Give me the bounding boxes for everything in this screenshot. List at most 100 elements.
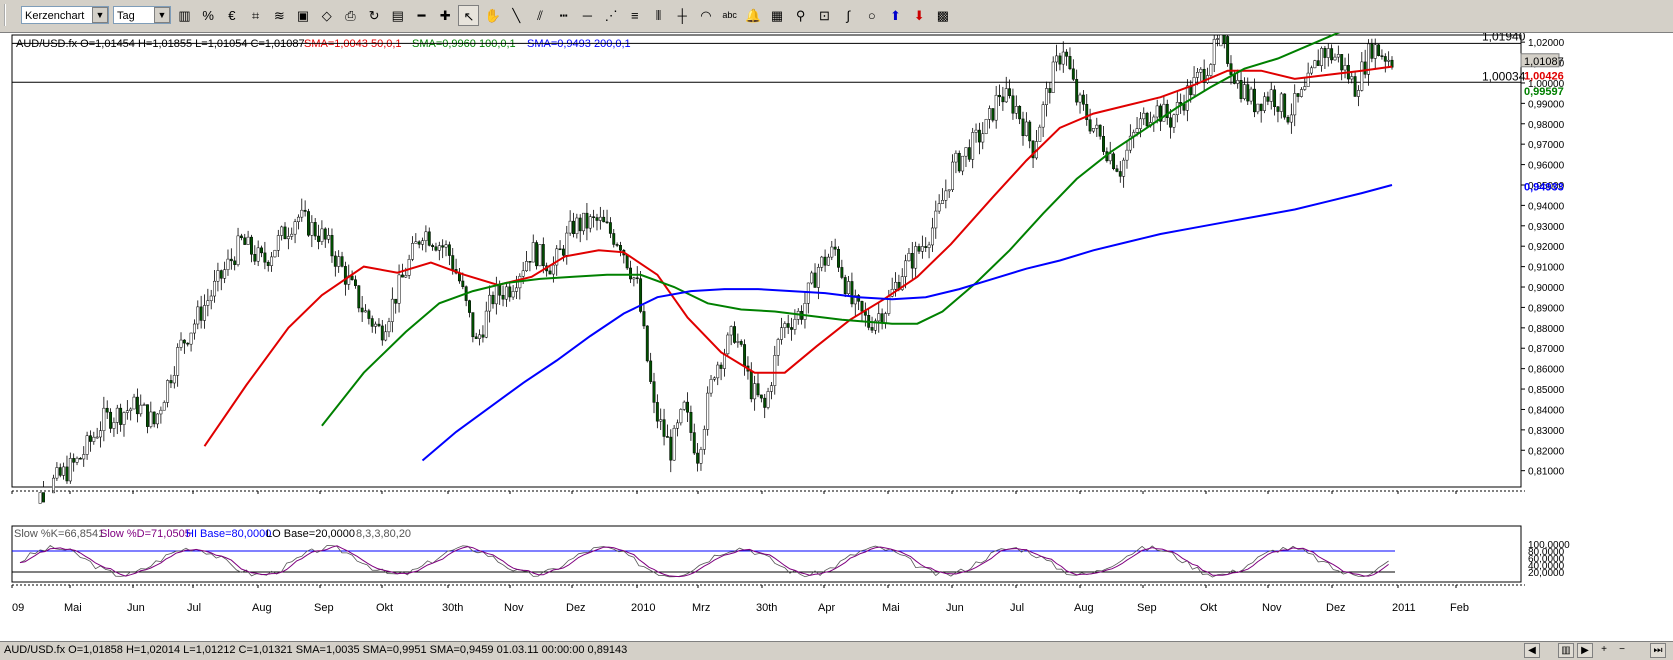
vertical-lines-icon[interactable]: ⦀ [648, 5, 669, 26]
alarm-icon[interactable]: 🔔 [743, 5, 764, 26]
candle-body [1326, 48, 1330, 58]
candle-body [236, 235, 240, 265]
candle-body [686, 401, 690, 413]
circle-icon[interactable]: ○ [861, 5, 882, 26]
candle-body [270, 256, 274, 266]
chevron-down-icon[interactable]: ▼ [92, 7, 108, 23]
candle-body [310, 222, 314, 236]
candle-body [561, 248, 565, 256]
toolbar: Kerzenchart ▼ Tag ▼ ▥% € ⌗ ≋ ▣ ◇ ⎙ ↻ ▤ ━ ✚ ↖ ✋ ╲ ⫽ ┅ ─ ⋰ ≡… [0, 0, 1673, 33]
candle-body [1182, 104, 1186, 111]
candle-body [1373, 44, 1377, 59]
dash-lines-icon[interactable]: ┅ [553, 5, 574, 26]
candle-body [1145, 112, 1149, 127]
candle-body [226, 258, 230, 270]
candle-body [676, 422, 679, 429]
candle-body [280, 226, 284, 236]
horizontal-line-icon[interactable]: ─ [577, 5, 598, 26]
plus-icon[interactable]: ✚ [435, 5, 456, 26]
candle-body [525, 261, 528, 272]
x-axis-lower: 09 Mai Jun Jul Aug Sep Okt 30th Nov Dez 2010 Mrz 30t… [11, 584, 1525, 614]
euro-icon[interactable]: € [221, 5, 242, 26]
zoom-in-button[interactable]: + [1596, 643, 1612, 658]
fan-icon[interactable]: ⋰ [601, 5, 622, 26]
y-tick-label: 0,91000 [1528, 263, 1565, 274]
candle-body [833, 246, 837, 250]
scroll-left-button[interactable]: ◀ [1524, 643, 1540, 658]
candle-body [380, 325, 384, 341]
candle-body [1330, 48, 1334, 61]
chart-type-select[interactable]: Kerzenchart ▼ [21, 6, 109, 24]
candle-body [1320, 48, 1324, 66]
period-select[interactable]: Tag ▼ [113, 6, 171, 24]
cursor-icon[interactable]: ↖ [458, 5, 480, 26]
text-icon[interactable]: abc [719, 5, 740, 26]
chevron-down-icon[interactable]: ▼ [154, 7, 170, 23]
parallel-icon[interactable]: ⫽ [530, 5, 551, 26]
freehand-icon[interactable]: ∫ [838, 5, 859, 26]
arrow-up-icon[interactable]: ⬆ [885, 5, 906, 26]
candle-body [1303, 86, 1307, 90]
x-tick-label: Mai [882, 602, 900, 614]
candle-body [645, 325, 649, 362]
eraser-icon[interactable]: ◇ [316, 5, 337, 26]
crosshair-icon[interactable]: ⌗ [245, 5, 266, 26]
percent-icon[interactable]: % [198, 5, 219, 26]
chart-area[interactable]: AUD/USD.fx O=1,01454 H=1,01855 L=1,01054… [0, 16, 1673, 641]
toolbar-grip[interactable] [4, 4, 14, 26]
candle-body [585, 212, 589, 229]
candle-body [528, 261, 532, 263]
candle-body [1078, 94, 1082, 103]
candle-body [1169, 117, 1173, 128]
calculator-icon[interactable]: ▦ [767, 5, 788, 26]
arc-icon[interactable]: ◠ [695, 5, 716, 26]
candle-body [1024, 121, 1028, 136]
candle-body [548, 270, 552, 275]
zoom-rect-icon[interactable]: ⊡ [814, 5, 835, 26]
x-tick-label: Feb [1450, 602, 1469, 614]
candle-body [595, 217, 599, 221]
candle-body [216, 270, 220, 282]
zoom-out-button[interactable]: − [1614, 643, 1630, 658]
period-value: Tag [117, 10, 135, 22]
candle-body [461, 280, 465, 287]
cross-icon[interactable]: ┼ [672, 5, 693, 26]
scroll-right-button[interactable]: ▶ [1577, 643, 1593, 658]
candle-body [115, 407, 119, 423]
candle-body [763, 397, 767, 408]
hand-icon[interactable]: ✋ [482, 5, 503, 26]
candlestick-chart[interactable]: AUD/USD.fx O=1,01454 H=1,01855 L=1,01054… [0, 16, 1673, 641]
candle-body [1118, 171, 1122, 177]
print-icon[interactable]: ⎙ [340, 5, 361, 26]
arrow-down-icon[interactable]: ⬇ [909, 5, 930, 26]
minus-icon[interactable]: ━ [411, 5, 432, 26]
indicator-icon[interactable]: ≋ [269, 5, 290, 26]
candle-body [1242, 84, 1246, 99]
candle-body [478, 334, 482, 339]
scroll-page-button[interactable]: ▥ [1558, 643, 1574, 658]
candle-body [447, 244, 451, 256]
candle-body [602, 216, 606, 223]
line-icon[interactable]: ╲ [506, 5, 527, 26]
image-icon[interactable]: ▣ [293, 5, 314, 26]
zoom-in-icon[interactable]: ⚲ [790, 5, 811, 26]
x-tick-label: 30th [442, 602, 463, 614]
candle-body [1028, 121, 1032, 142]
candle-body [303, 209, 307, 212]
candle-body [1279, 93, 1283, 112]
candle-body [578, 217, 582, 232]
candle-body [1071, 68, 1075, 80]
candle-body [1048, 88, 1052, 93]
color-palette-icon[interactable]: ▩ [932, 5, 953, 26]
candle-body [917, 246, 921, 252]
candle-body [1108, 153, 1112, 162]
sma200-axis-label: 0,94933 [1524, 181, 1564, 193]
candle-body [619, 245, 622, 251]
candle-body [407, 259, 411, 276]
scroll-end-button[interactable]: ⏭ [1650, 643, 1666, 658]
bar-chart-icon[interactable]: ▥ [174, 5, 195, 26]
fibonacci-icon[interactable]: ≡ [624, 5, 645, 26]
candle-body [575, 217, 579, 234]
page-icon[interactable]: ▤ [387, 5, 408, 26]
refresh-icon[interactable]: ↻ [364, 5, 385, 26]
